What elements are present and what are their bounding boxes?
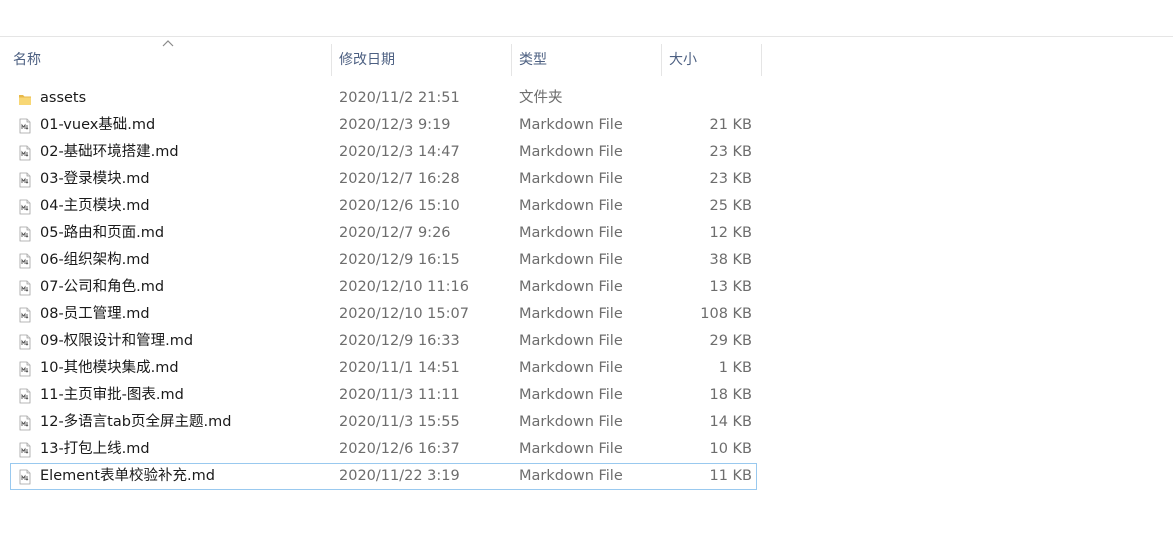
markdown-file-icon	[18, 172, 32, 188]
column-divider[interactable]	[511, 44, 512, 76]
file-size: 21 KB	[709, 117, 752, 133]
file-type: Markdown File	[519, 117, 623, 133]
markdown-file-icon	[18, 469, 32, 485]
file-size: 14 KB	[709, 414, 752, 430]
column-divider[interactable]	[331, 44, 332, 76]
file-row[interactable]: 13-打包上线.md 2020/12/6 16:37 Markdown File 10…	[10, 436, 757, 463]
column-header-type[interactable]: 类型	[519, 45, 649, 75]
file-type: Markdown File	[519, 414, 623, 430]
file-type: Markdown File	[519, 225, 623, 241]
file-row[interactable]: 02-基础环境搭建.md 2020/12/3 14:47 Markdown File…	[10, 139, 757, 166]
file-name: 02-基础环境搭建.md	[40, 144, 179, 160]
markdown-file-icon	[18, 307, 32, 323]
file-name: Element表单校验补充.md	[40, 468, 215, 484]
file-name: 04-主页模块.md	[40, 198, 150, 214]
file-name: 07-公司和角色.md	[40, 279, 165, 295]
file-size: 1 KB	[718, 360, 752, 376]
file-type: Markdown File	[519, 198, 623, 214]
file-size: 18 KB	[709, 387, 752, 403]
file-size: 23 KB	[709, 171, 752, 187]
file-modified-date: 2020/12/3 9:19	[339, 117, 451, 133]
column-header-name[interactable]: 名称	[13, 45, 313, 75]
file-row[interactable]: 06-组织架构.md 2020/12/9 16:15 Markdown File 38…	[10, 247, 757, 274]
file-type: Markdown File	[519, 387, 623, 403]
file-size: 25 KB	[709, 198, 752, 214]
file-name: 06-组织架构.md	[40, 252, 150, 268]
file-modified-date: 2020/12/3 14:47	[339, 144, 460, 160]
file-size: 11 KB	[709, 468, 752, 484]
file-row[interactable]: 04-主页模块.md 2020/12/6 15:10 Markdown File 25…	[10, 193, 757, 220]
file-modified-date: 2020/12/6 15:10	[339, 198, 460, 214]
markdown-file-icon	[18, 334, 32, 350]
file-size: 23 KB	[709, 144, 752, 160]
file-row[interactable]: 01-vuex基础.md 2020/12/3 9:19 Markdown File 2…	[10, 112, 757, 139]
file-row[interactable]: 08-员工管理.md 2020/12/10 15:07 Markdown File 1…	[10, 301, 757, 328]
file-row[interactable]: 12-多语言tab页全屏主题.md 2020/11/3 15:55 Markdown…	[10, 409, 757, 436]
file-modified-date: 2020/12/6 16:37	[339, 441, 460, 457]
file-type: Markdown File	[519, 441, 623, 457]
file-name: 01-vuex基础.md	[40, 117, 156, 133]
file-row[interactable]: assets 2020/11/2 21:51 文件夹	[10, 85, 757, 112]
file-name: 13-打包上线.md	[40, 441, 150, 457]
file-type: Markdown File	[519, 252, 623, 268]
file-modified-date: 2020/12/10 15:07	[339, 306, 469, 322]
file-name: 08-员工管理.md	[40, 306, 150, 322]
file-modified-date: 2020/12/7 9:26	[339, 225, 451, 241]
file-row[interactable]: 05-路由和页面.md 2020/12/7 9:26 Markdown File 12…	[10, 220, 757, 247]
markdown-file-icon	[18, 253, 32, 269]
file-row[interactable]: 07-公司和角色.md 2020/12/10 11:16 Markdown File…	[10, 274, 757, 301]
column-header-date[interactable]: 修改日期	[339, 45, 499, 75]
file-name: 11-主页审批-图表.md	[40, 387, 184, 403]
file-modified-date: 2020/11/2 21:51	[339, 90, 460, 106]
file-name: 10-其他模块集成.md	[40, 360, 179, 376]
file-type: Markdown File	[519, 144, 623, 160]
file-type: Markdown File	[519, 306, 623, 322]
markdown-file-icon	[18, 388, 32, 404]
file-name: 12-多语言tab页全屏主题.md	[40, 414, 232, 430]
column-header-size[interactable]: 大小	[669, 45, 749, 75]
file-modified-date: 2020/12/7 16:28	[339, 171, 460, 187]
file-type: Markdown File	[519, 333, 623, 349]
file-row[interactable]: 11-主页审批-图表.md 2020/11/3 11:11 Markdown Fil…	[10, 382, 757, 409]
markdown-file-icon	[18, 442, 32, 458]
column-header-row: 名称 修改日期 类型 大小	[0, 37, 1173, 81]
file-type: Markdown File	[519, 360, 623, 376]
markdown-file-icon	[18, 415, 32, 431]
markdown-file-icon	[18, 118, 32, 134]
file-row[interactable]: 10-其他模块集成.md 2020/11/1 14:51 Markdown File…	[10, 355, 757, 382]
file-type: Markdown File	[519, 279, 623, 295]
file-name: 05-路由和页面.md	[40, 225, 165, 241]
file-modified-date: 2020/12/9 16:33	[339, 333, 460, 349]
file-modified-date: 2020/12/10 11:16	[339, 279, 469, 295]
file-name: 03-登录模块.md	[40, 171, 150, 187]
file-name: assets	[40, 90, 87, 106]
file-size: 38 KB	[709, 252, 752, 268]
folder-icon	[18, 91, 32, 107]
column-divider[interactable]	[761, 44, 762, 76]
file-modified-date: 2020/11/3 11:11	[339, 387, 460, 403]
file-row[interactable]: 09-权限设计和管理.md 2020/12/9 16:33 Markdown Fil…	[10, 328, 757, 355]
file-modified-date: 2020/11/3 15:55	[339, 414, 460, 430]
markdown-file-icon	[18, 226, 32, 242]
file-name: 09-权限设计和管理.md	[40, 333, 194, 349]
file-type: Markdown File	[519, 468, 623, 484]
file-type: Markdown File	[519, 171, 623, 187]
markdown-file-icon	[18, 145, 32, 161]
file-size: 13 KB	[709, 279, 752, 295]
column-divider[interactable]	[661, 44, 662, 76]
file-modified-date: 2020/12/9 16:15	[339, 252, 460, 268]
markdown-file-icon	[18, 361, 32, 377]
markdown-file-icon	[18, 199, 32, 215]
file-size: 10 KB	[709, 441, 752, 457]
file-size: 108 KB	[700, 306, 752, 322]
file-modified-date: 2020/11/22 3:19	[339, 468, 460, 484]
file-row[interactable]: 03-登录模块.md 2020/12/7 16:28 Markdown File 23…	[10, 166, 757, 193]
file-size: 29 KB	[709, 333, 752, 349]
markdown-file-icon	[18, 280, 32, 296]
file-size: 12 KB	[709, 225, 752, 241]
file-type: 文件夹	[519, 90, 563, 106]
file-modified-date: 2020/11/1 14:51	[339, 360, 460, 376]
file-row[interactable]: Element表单校验补充.md 2020/11/22 3:19 Markdown …	[10, 463, 757, 490]
